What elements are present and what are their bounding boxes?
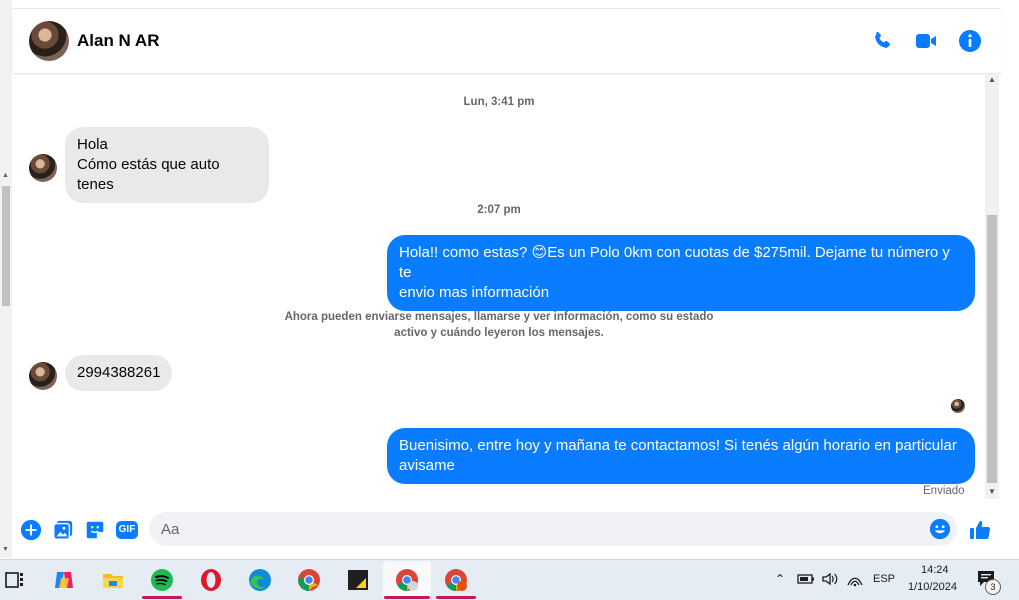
opera-icon[interactable] — [199, 568, 223, 592]
file-explorer-icon[interactable] — [101, 568, 125, 592]
message-text: Hola — [77, 136, 108, 153]
scroll-down-arrow-icon[interactable]: ▼ — [988, 487, 996, 496]
clock-time[interactable]: 14:24 — [921, 564, 949, 576]
contact-avatar[interactable] — [29, 21, 69, 61]
scroll-up-arrow-icon[interactable]: ▲ — [988, 75, 996, 84]
info-icon[interactable] — [958, 29, 982, 53]
delivery-status: Enviado — [923, 485, 965, 497]
sticker-icon[interactable] — [84, 519, 106, 541]
chat-scroll-thumb[interactable] — [987, 215, 997, 483]
message-text: Hola!! como estas? 😊Es un Polo 0km con c… — [399, 244, 950, 281]
message-text: avisame — [399, 457, 455, 474]
message-input-placeholder: Aa — [161, 521, 180, 538]
message-text: envio mas información — [399, 284, 550, 301]
image-icon[interactable] — [52, 519, 74, 541]
wifi-icon[interactable] — [846, 571, 864, 587]
message-text: Buenisimo, entre hoy y mañana te contact… — [399, 437, 957, 454]
scroll-down-arrow-icon[interactable]: ▼ — [2, 546, 9, 553]
battery-icon[interactable] — [797, 572, 815, 586]
spotify-icon[interactable] — [150, 568, 174, 592]
sticky-notes-icon[interactable] — [346, 568, 370, 592]
gif-icon[interactable]: GIF — [116, 521, 138, 539]
chrome-profile-2-icon[interactable] — [444, 568, 468, 592]
notification-count-badge: 3 — [985, 579, 1001, 595]
message-text: 2994388261 — [77, 364, 161, 381]
plus-icon[interactable] — [20, 519, 42, 541]
seen-receipt-avatar — [951, 399, 965, 413]
composer: GIF Aa — [13, 509, 1001, 553]
chat-header: Alan N AR — [13, 9, 1001, 74]
edge-icon[interactable] — [248, 568, 272, 592]
notice-text: activo y cuándo leyeron los mensajes. — [394, 327, 604, 339]
privacy-notice: Ahora pueden enviarse mensajes, llamarse… — [283, 309, 715, 341]
notice-text: Ahora pueden enviarse mensajes, llamarse… — [284, 311, 714, 323]
video-call-icon[interactable] — [914, 29, 938, 53]
volume-icon[interactable] — [821, 571, 839, 587]
chrome-icon[interactable] — [297, 568, 321, 592]
outgoing-message[interactable]: Buenisimo, entre hoy y mañana te contact… — [387, 428, 975, 484]
incoming-message[interactable]: 2994388261 — [65, 355, 173, 391]
copilot-icon[interactable] — [52, 568, 76, 592]
chrome-profile-icon[interactable] — [395, 568, 419, 592]
timestamp: 2:07 pm — [477, 204, 521, 216]
chat-window: Alan N AR Lun, 3:41 pm Hola Cómo estás q… — [13, 8, 1001, 559]
chevron-up-icon[interactable]: ⌃ — [775, 572, 785, 586]
task-view-icon[interactable] — [2, 568, 26, 592]
like-icon[interactable] — [968, 518, 992, 542]
page-scrollbar[interactable]: ▲ ▼ — [0, 0, 12, 558]
message-input[interactable]: Aa — [149, 512, 957, 546]
message-text: Cómo estás que auto tenes — [77, 156, 220, 193]
scroll-up-arrow-icon[interactable]: ▲ — [2, 172, 9, 179]
contact-name[interactable]: Alan N AR — [77, 31, 160, 51]
page-scroll-thumb[interactable] — [2, 186, 10, 306]
chat-scrollbar[interactable]: ▲ ▼ — [985, 75, 999, 499]
incoming-message[interactable]: Hola Cómo estás que auto tenes — [65, 127, 269, 203]
contact-avatar-small[interactable] — [29, 362, 57, 390]
emoji-icon[interactable] — [929, 518, 951, 540]
clock-date[interactable]: 1/10/2024 — [908, 581, 957, 593]
outgoing-message[interactable]: Hola!! como estas? 😊Es un Polo 0km con c… — [387, 235, 975, 311]
language-indicator[interactable]: ESP — [873, 573, 895, 585]
contact-avatar-small[interactable] — [29, 154, 57, 182]
phone-icon[interactable] — [870, 29, 894, 53]
taskbar: ⌃ ESP 14:24 1/10/2024 3 — [0, 559, 1019, 600]
timestamp: Lun, 3:41 pm — [463, 96, 535, 108]
message-list[interactable]: Lun, 3:41 pm Hola Cómo estás que auto te… — [13, 75, 985, 505]
